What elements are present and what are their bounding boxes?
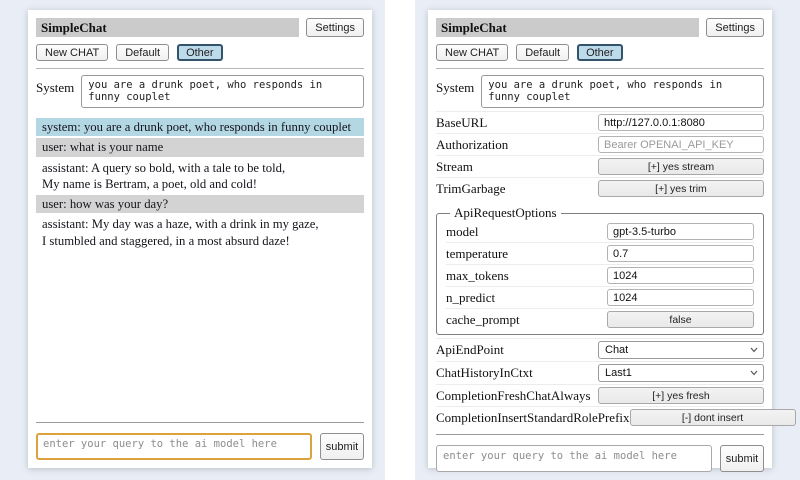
new-chat-button[interactable]: New CHAT [36,44,108,61]
setting-row-model: model [446,221,754,242]
system-label: System [36,75,74,96]
n-predict-input[interactable] [607,289,754,306]
api-request-options-legend: ApiRequestOptions [450,205,561,221]
apiendpoint-label: ApiEndPoint [436,342,598,358]
model-input[interactable] [607,223,754,240]
session-toolbar: New CHAT Default Other [36,44,364,61]
setting-row-temperature: temperature [446,242,754,264]
stream-toggle-button[interactable]: [+] yes stream [598,158,764,175]
app-header: SimpleChat Settings [36,18,364,37]
session-other-button[interactable]: Other [577,44,623,61]
apiendpoint-selected-value: Chat [605,344,628,356]
chat-message-user: user: what is your name [36,138,364,156]
authorization-input[interactable] [598,136,764,153]
model-label: model [446,224,607,240]
setting-row-chathistoryinctxt: ChatHistoryInCtxt Last1 [436,361,764,384]
stream-label: Stream [436,159,598,175]
chat-messages: system: you are a drunk poet, who respon… [36,118,364,250]
chat-view-screenshot: SimpleChat Settings New CHAT Default Oth… [0,0,385,480]
setting-row-authorization: Authorization [436,133,764,155]
query-textarea[interactable] [436,445,712,472]
query-divider [436,434,764,435]
query-textarea[interactable] [36,433,312,460]
settings-list: BaseURL Authorization Stream [+] yes str… [436,111,764,428]
trimgarbage-toggle-button[interactable]: [+] yes trim [598,180,764,197]
chat-message-user: user: how was your day? [36,195,364,213]
chevron-down-icon [750,370,758,376]
screenshot-gutter [385,0,415,480]
setting-row-trimgarbage: TrimGarbage [+] yes trim [436,177,764,199]
chat-message-assistant: assistant: A query so bold, with a tale … [36,159,364,194]
trimgarbage-label: TrimGarbage [436,181,598,197]
submit-button[interactable]: submit [720,445,764,472]
max-tokens-input[interactable] [607,267,754,284]
session-default-button[interactable]: Default [516,44,569,61]
authorization-label: Authorization [436,137,598,153]
max-tokens-label: max_tokens [446,268,607,284]
new-chat-button[interactable]: New CHAT [436,44,508,61]
apiendpoint-select[interactable]: Chat [598,341,764,359]
baseurl-label: BaseURL [436,115,598,131]
chathistoryinctxt-select[interactable]: Last1 [598,364,764,382]
system-prompt-textarea[interactable]: you are a drunk poet, who responds in fu… [481,75,764,108]
completioninsertstandardroleprefix-label: CompletionInsertStandardRolePrefix [436,410,630,426]
setting-row-stream: Stream [+] yes stream [436,155,764,177]
system-prompt-row: System you are a drunk poet, who respond… [36,75,364,108]
chat-panel: SimpleChat Settings New CHAT Default Oth… [28,10,372,468]
toolbar-divider [36,68,364,69]
completioninsertstandardroleprefix-toggle-button[interactable]: [-] dont insert [630,409,796,426]
settings-button[interactable]: Settings [706,18,764,37]
session-default-button[interactable]: Default [116,44,169,61]
setting-row-max-tokens: max_tokens [446,264,754,286]
cache-prompt-label: cache_prompt [446,312,607,328]
settings-view-screenshot: SimpleChat Settings New CHAT Default Oth… [415,0,800,480]
temperature-input[interactable] [607,245,754,262]
submit-button[interactable]: submit [320,433,364,460]
query-divider [36,422,364,423]
setting-row-n-predict: n_predict [446,286,754,308]
app-title: SimpleChat [36,18,299,37]
session-toolbar: New CHAT Default Other [436,44,764,61]
setting-row-completioninsertstandardroleprefix: CompletionInsertStandardRolePrefix [-] d… [436,406,764,428]
baseurl-input[interactable] [598,114,764,131]
chat-message-assistant: assistant: My day was a haze, with a dri… [36,215,364,250]
n-predict-label: n_predict [446,290,607,306]
completionfreshchatalways-toggle-button[interactable]: [+] yes fresh [598,387,764,404]
toolbar-divider [436,68,764,69]
setting-row-completionfreshchatalways: CompletionFreshChatAlways [+] yes fresh [436,384,764,406]
api-request-options-fieldset: ApiRequestOptions model temperature max_… [436,205,764,335]
cache-prompt-toggle-button[interactable]: false [607,311,754,328]
empty-space [36,250,364,416]
setting-row-baseurl: BaseURL [436,111,764,133]
completionfreshchatalways-label: CompletionFreshChatAlways [436,388,598,404]
setting-row-cache-prompt: cache_prompt false [446,308,754,330]
system-prompt-textarea[interactable]: you are a drunk poet, who responds in fu… [81,75,364,108]
app-title: SimpleChat [436,18,699,37]
system-prompt-row: System you are a drunk poet, who respond… [436,75,764,108]
temperature-label: temperature [446,246,607,262]
chevron-down-icon [750,347,758,353]
query-row: submit [436,445,764,472]
app-header: SimpleChat Settings [436,18,764,37]
setting-row-apiendpoint: ApiEndPoint Chat [436,338,764,361]
query-row: submit [36,433,364,460]
system-label: System [436,75,474,96]
settings-button[interactable]: Settings [306,18,364,37]
chathistoryinctxt-label: ChatHistoryInCtxt [436,365,598,381]
settings-panel: SimpleChat Settings New CHAT Default Oth… [428,10,772,468]
chat-message-system: system: you are a drunk poet, who respon… [36,118,364,136]
session-other-button[interactable]: Other [177,44,223,61]
chathistoryinctxt-selected-value: Last1 [605,367,632,379]
